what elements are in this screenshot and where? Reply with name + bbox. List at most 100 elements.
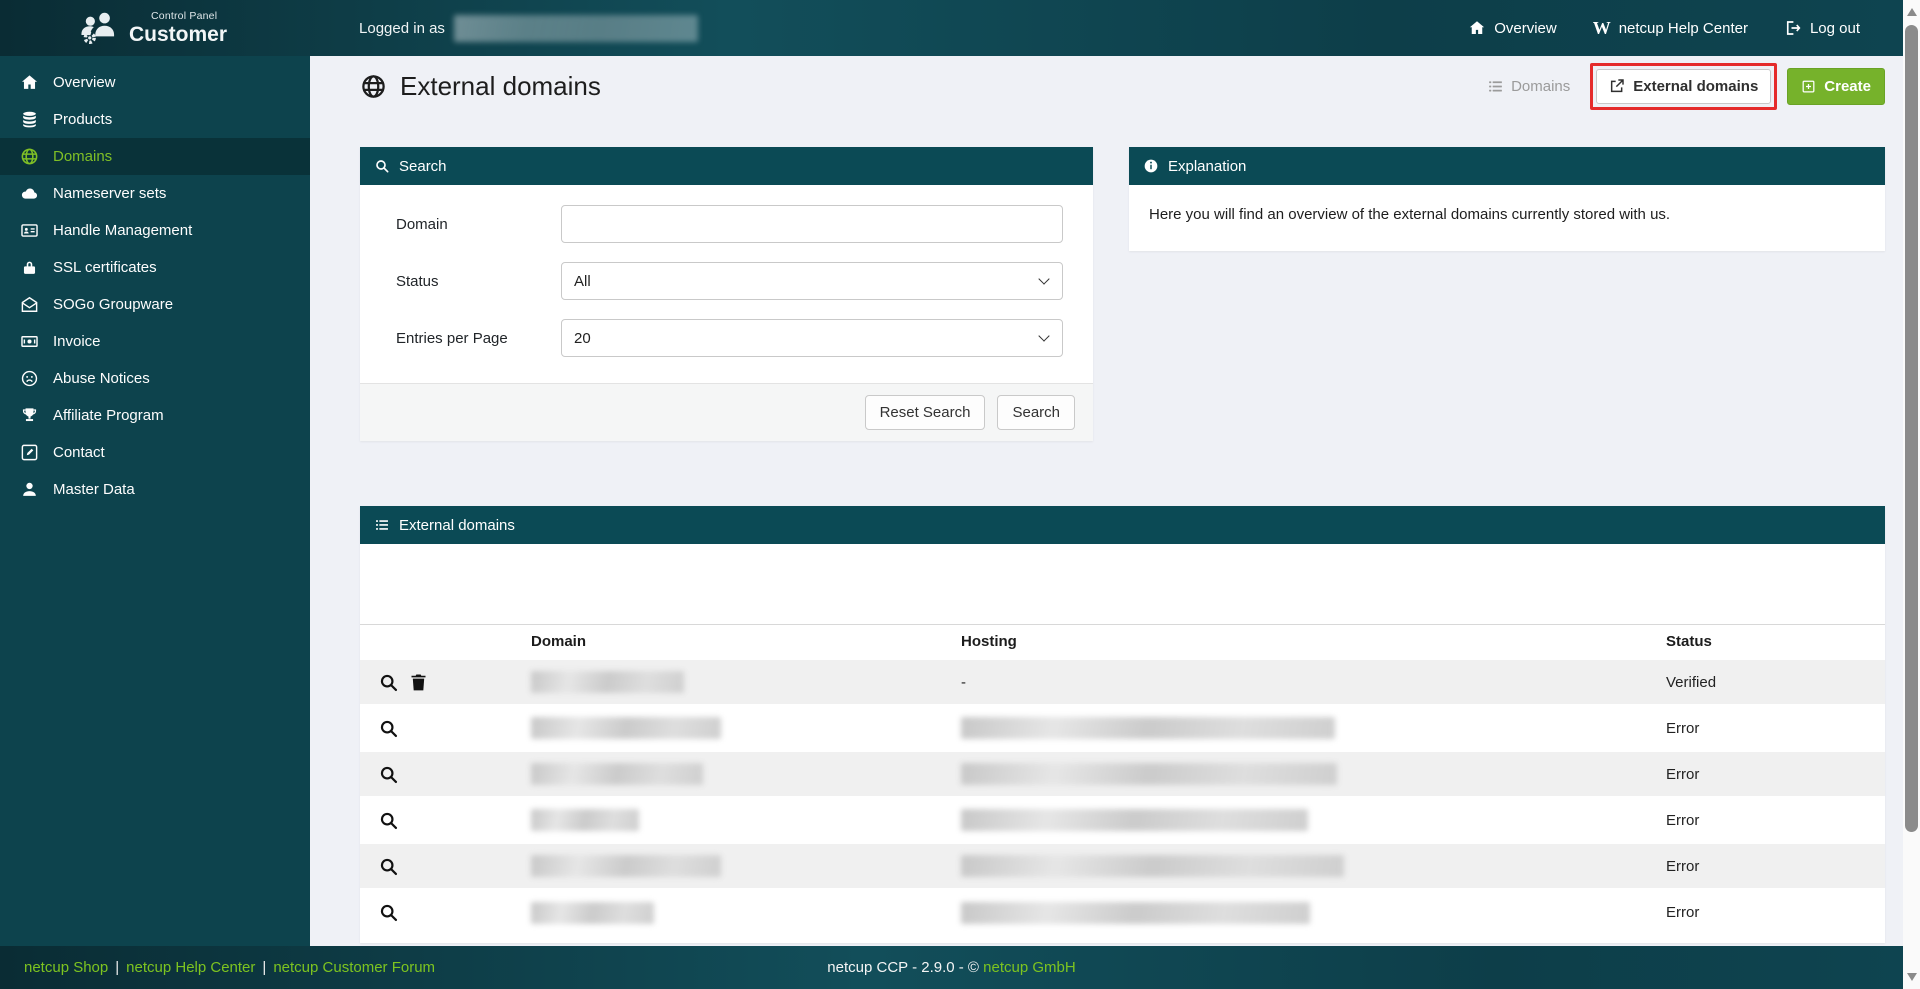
scrollbar[interactable] (1903, 0, 1920, 989)
sidebar-item-label: Affiliate Program (53, 407, 164, 424)
scrollbar-up-arrow[interactable] (1907, 8, 1917, 16)
scrollbar-down-arrow[interactable] (1907, 973, 1917, 981)
topnav-help-center-label: netcup Help Center (1619, 20, 1748, 37)
external-link-icon (1609, 78, 1625, 94)
lock-icon (20, 258, 39, 277)
sidebar-item-label: Domains (53, 148, 112, 165)
topbar-nav: Overview W netcup Help Center Log out (1468, 19, 1860, 37)
sidebar-item-sogo-groupware[interactable]: SOGo Groupware (0, 286, 310, 323)
sidebar-item-domains[interactable]: Domains (0, 138, 310, 175)
delete-row-icon[interactable] (408, 672, 429, 693)
create-button[interactable]: Create (1787, 68, 1885, 105)
column-domain: Domain (523, 625, 953, 660)
logged-in-as: Logged in as (359, 15, 698, 42)
sidebar-item-nameserver-sets[interactable]: Nameserver sets (0, 175, 310, 212)
logo-line1: Control Panel (151, 11, 227, 22)
sidebar-item-label: Handle Management (53, 222, 192, 239)
footer-separator: | (115, 959, 119, 976)
view-row-icon[interactable] (378, 902, 399, 923)
view-row-icon[interactable] (378, 764, 399, 785)
sidebar-item-abuse-notices[interactable]: Abuse Notices (0, 360, 310, 397)
sidebar-item-ssl-certificates[interactable]: SSL certificates (0, 249, 310, 286)
logged-in-label: Logged in as (359, 20, 445, 37)
sidebar-item-overview[interactable]: Overview (0, 64, 310, 101)
domain-field-label: Domain (396, 216, 561, 233)
sidebar-item-master-data[interactable]: Master Data (0, 471, 310, 508)
status-cell: Error (1658, 797, 1885, 843)
sidebar: Overview Products Domains Nameserver sets Ha… (0, 56, 310, 946)
footer-link-netcup-shop[interactable]: netcup Shop (24, 959, 108, 976)
topnav-logout[interactable]: Log out (1784, 19, 1860, 37)
hosting-cell: - (953, 659, 1658, 705)
sidebar-item-label: SOGo Groupware (53, 296, 173, 313)
view-row-icon[interactable] (378, 718, 399, 739)
netcup-gmbh-link[interactable]: netcup GmbH (983, 959, 1076, 976)
hosting-redacted (961, 855, 1344, 877)
sidebar-item-products[interactable]: Products (0, 101, 310, 138)
sidebar-item-label: Abuse Notices (53, 370, 150, 387)
status-select[interactable]: All (561, 262, 1063, 300)
home-icon (1468, 19, 1486, 37)
search-panel-header: Search (360, 147, 1093, 185)
topnav-overview[interactable]: Overview (1468, 19, 1557, 37)
home-icon (20, 73, 39, 92)
sign-out-icon (1784, 19, 1802, 37)
table-row: Error (360, 751, 1885, 797)
logo-line2: Customer (129, 24, 227, 45)
sidebar-item-label: Contact (53, 444, 105, 461)
frown-icon (20, 369, 39, 388)
view-row-icon[interactable] (378, 672, 399, 693)
column-hosting: Hosting (953, 625, 1658, 660)
envelope-icon (20, 295, 39, 314)
sidebar-item-handle-management[interactable]: Handle Management (0, 212, 310, 249)
domain-redacted (531, 902, 654, 924)
view-row-icon[interactable] (378, 810, 399, 831)
pen-square-icon (20, 443, 39, 462)
topnav-help-center[interactable]: W netcup Help Center (1593, 19, 1748, 37)
sidebar-item-label: Invoice (53, 333, 101, 350)
sidebar-item-contact[interactable]: Contact (0, 434, 310, 471)
status-cell: Verified (1658, 659, 1885, 705)
explanation-panel: Explanation Here you will find an overvi… (1129, 147, 1885, 251)
trophy-icon (20, 406, 39, 425)
domain-redacted (531, 809, 639, 831)
scrollbar-thumb[interactable] (1905, 25, 1918, 832)
status-cell: Error (1658, 705, 1885, 751)
money-bill-icon (20, 332, 39, 351)
footer: netcup Shop|netcup Help Center|netcup Cu… (0, 946, 1920, 989)
footer-link-netcup-customer-forum[interactable]: netcup Customer Forum (273, 959, 435, 976)
page-title: External domains (360, 71, 601, 102)
status-cell: Error (1658, 889, 1885, 935)
sidebar-item-label: SSL certificates (53, 259, 157, 276)
plus-square-icon (1801, 79, 1816, 94)
explanation-panel-header: Explanation (1129, 147, 1885, 185)
domain-redacted (531, 763, 703, 785)
globe-icon (360, 73, 387, 100)
external-domains-table: Domain Hosting Status -VerifiedErrorErro… (360, 624, 1885, 935)
view-row-icon[interactable] (378, 856, 399, 877)
entries-field-label: Entries per Page (396, 330, 561, 347)
footer-link-netcup-help-center[interactable]: netcup Help Center (126, 959, 255, 976)
external-domains-button[interactable]: External domains (1596, 69, 1771, 104)
globe-icon (20, 147, 39, 166)
domains-button[interactable]: Domains (1477, 70, 1580, 103)
sidebar-item-affiliate-program[interactable]: Affiliate Program (0, 397, 310, 434)
table-row: Error (360, 889, 1885, 935)
list-icon (374, 517, 390, 533)
table-row: Error (360, 843, 1885, 889)
column-actions (360, 625, 523, 660)
external-domains-panel-header: External domains (360, 506, 1885, 544)
search-button[interactable]: Search (997, 395, 1075, 430)
users-gear-icon (78, 9, 120, 47)
entries-per-page-select[interactable]: 20 (561, 319, 1063, 357)
user-icon (20, 480, 39, 499)
status-cell: Error (1658, 751, 1885, 797)
sidebar-item-invoice[interactable]: Invoice (0, 323, 310, 360)
domain-input[interactable] (561, 205, 1063, 243)
info-icon (1143, 158, 1159, 174)
sidebar-item-label: Products (53, 111, 112, 128)
reset-search-button[interactable]: Reset Search (865, 395, 986, 430)
list-icon (1487, 78, 1504, 95)
highlight-annotation: External domains (1590, 63, 1777, 110)
column-status: Status (1658, 625, 1885, 660)
